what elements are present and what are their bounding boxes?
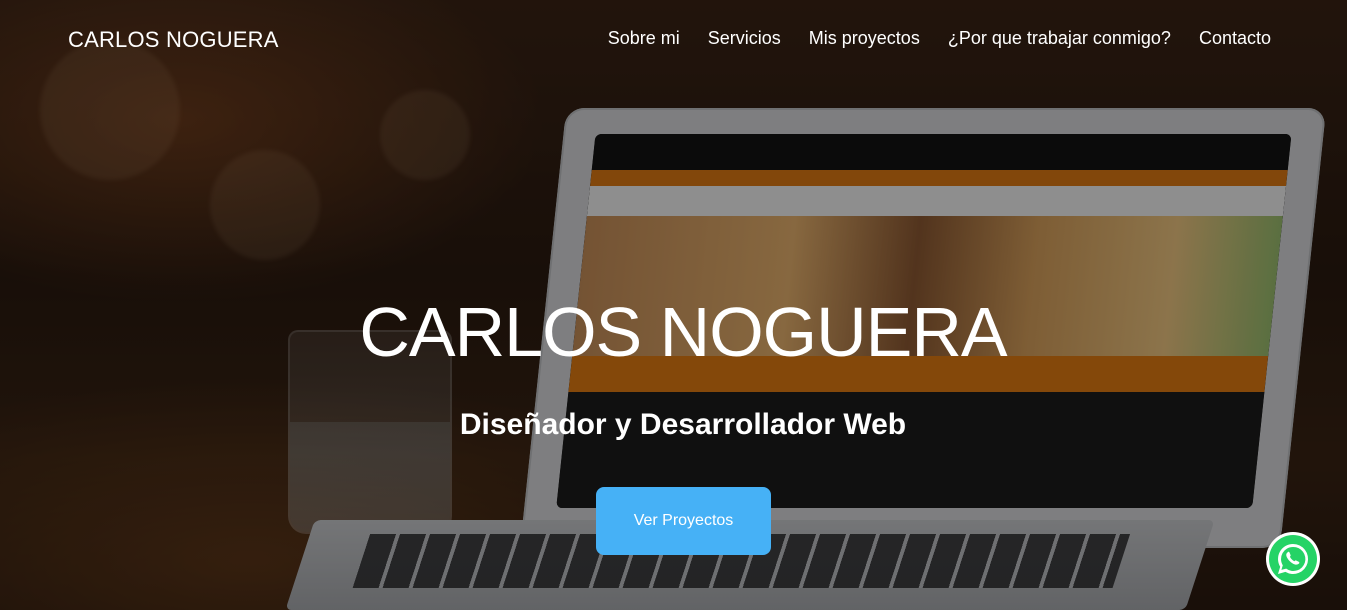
main-menu: Sobre mi Servicios Mis proyectos ¿Por qu…: [608, 28, 1271, 49]
whatsapp-icon: [1269, 535, 1317, 583]
nav-link-mis-proyectos[interactable]: Mis proyectos: [809, 28, 920, 49]
brand-logo[interactable]: CARLOS NOGUERA: [68, 27, 279, 53]
top-navbar: CARLOS NOGUERA Sobre mi Servicios Mis pr…: [0, 0, 1347, 80]
hero-subtitle: Diseñador y Desarrollador Web: [459, 408, 907, 441]
nav-link-contacto[interactable]: Contacto: [1199, 28, 1271, 49]
nav-link-servicios[interactable]: Servicios: [708, 28, 781, 49]
whatsapp-button[interactable]: [1266, 532, 1320, 586]
nav-link-sobre-mi[interactable]: Sobre mi: [608, 28, 680, 49]
nav-link-por-que[interactable]: ¿Por que trabajar conmigo?: [948, 28, 1171, 49]
hero-title: CARLOS NOGUERA: [359, 293, 1007, 371]
ver-proyectos-button[interactable]: Ver Proyectos: [596, 487, 771, 555]
